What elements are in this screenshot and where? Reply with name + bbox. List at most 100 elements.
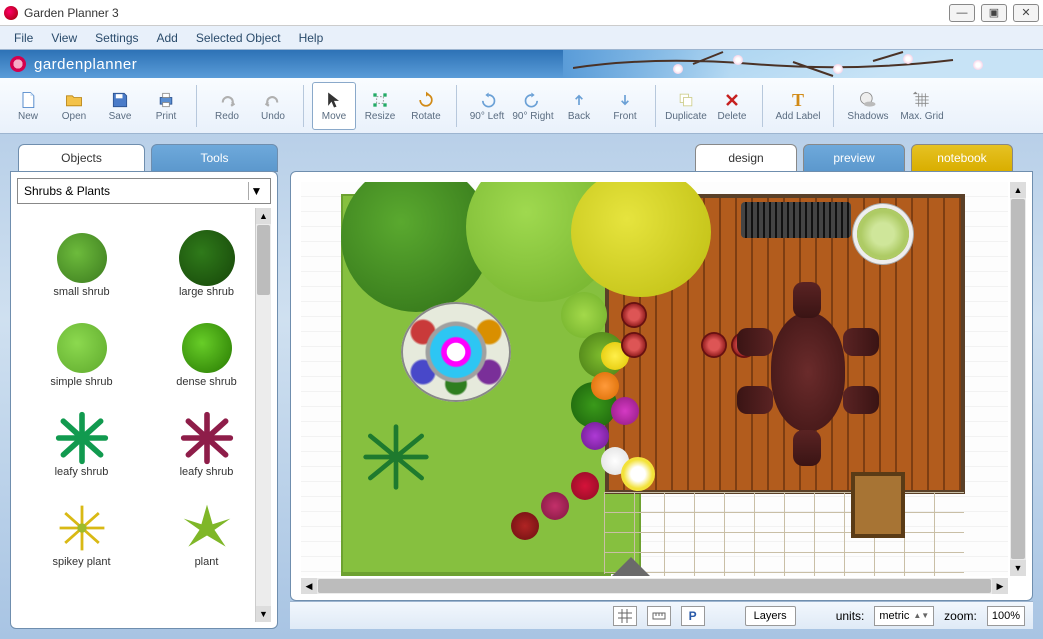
rotate-left-button[interactable]: 90° Left — [465, 82, 509, 130]
resize-button[interactable]: Resize — [358, 82, 402, 130]
scroll-up-icon[interactable]: ▲ — [256, 208, 271, 224]
palette-scrollbar[interactable]: ▲ ▼ — [255, 208, 271, 622]
fountain-object[interactable] — [401, 302, 511, 402]
duplicate-button[interactable]: Duplicate — [664, 82, 708, 130]
brick-wall[interactable] — [341, 574, 611, 576]
canvas-hscrollbar[interactable]: ◀ ▶ — [301, 578, 1008, 594]
rotate-right-button[interactable]: 90° Right — [511, 82, 555, 130]
scroll-thumb[interactable] — [318, 579, 991, 593]
chair-object[interactable] — [737, 328, 773, 356]
front-button[interactable]: Front — [603, 82, 647, 130]
tab-preview[interactable]: preview — [803, 144, 905, 172]
chair-object[interactable] — [793, 430, 821, 466]
tab-objects[interactable]: Objects — [18, 144, 145, 172]
table-object[interactable] — [771, 312, 845, 432]
redo-icon — [216, 89, 238, 111]
flower-object[interactable] — [611, 397, 639, 425]
scroll-thumb[interactable] — [1011, 199, 1025, 559]
add-label-button[interactable]: TAdd Label — [771, 82, 825, 130]
menu-file[interactable]: File — [6, 28, 41, 48]
new-file-icon — [17, 89, 39, 111]
rotate-button[interactable]: Rotate — [404, 82, 448, 130]
palette-item[interactable]: leafy shrub — [21, 392, 142, 478]
chair-object[interactable] — [737, 386, 773, 414]
pot-object[interactable] — [621, 302, 647, 328]
bench-object[interactable] — [851, 472, 905, 538]
redo-button[interactable]: Redo — [205, 82, 249, 130]
palette-item[interactable]: plant — [146, 482, 267, 568]
delete-icon — [721, 89, 743, 111]
layers-button[interactable]: Layers — [745, 606, 796, 626]
palette-item[interactable]: small shrub — [21, 212, 142, 298]
chevron-down-icon: ▼ — [248, 182, 264, 200]
print-icon — [155, 89, 177, 111]
max-grid-button[interactable]: Max. Grid — [896, 82, 948, 130]
move-cursor-icon — [323, 89, 345, 111]
chair-object[interactable] — [793, 282, 821, 318]
palette-label: large shrub — [179, 286, 234, 298]
palette-item[interactable]: leafy shrub — [146, 392, 267, 478]
open-button[interactable]: Open — [52, 82, 96, 130]
scroll-right-icon[interactable]: ▶ — [992, 578, 1008, 594]
palette-item[interactable]: simple shrub — [21, 302, 142, 388]
flower-object[interactable] — [591, 372, 619, 400]
grid-toggle-button[interactable] — [613, 606, 637, 626]
pot-object[interactable] — [621, 332, 647, 358]
minimize-button[interactable]: — — [949, 4, 975, 22]
undo-button[interactable]: Undo — [251, 82, 295, 130]
menu-settings[interactable]: Settings — [87, 28, 146, 48]
tab-tools[interactable]: Tools — [151, 144, 278, 172]
new-button[interactable]: New — [6, 82, 50, 130]
back-button[interactable]: Back — [557, 82, 601, 130]
flower-object[interactable] — [571, 472, 599, 500]
scroll-thumb[interactable] — [257, 225, 270, 295]
app-icon — [4, 6, 18, 20]
flower-object[interactable] — [581, 422, 609, 450]
open-folder-icon — [63, 89, 85, 111]
scroll-down-icon[interactable]: ▼ — [256, 606, 271, 622]
palette-label: spikey plant — [52, 556, 110, 568]
p-button[interactable]: P — [681, 606, 705, 626]
menu-view[interactable]: View — [43, 28, 85, 48]
maximize-button[interactable]: ▣ — [981, 4, 1007, 22]
units-select[interactable]: metric▲▼ — [874, 606, 934, 626]
tab-design[interactable]: design — [695, 144, 797, 172]
scroll-down-icon[interactable]: ▼ — [1010, 560, 1026, 576]
move-button[interactable]: Move — [312, 82, 356, 130]
palette-label: leafy shrub — [180, 466, 234, 478]
zoom-select[interactable]: 100% — [987, 606, 1025, 626]
scroll-up-icon[interactable]: ▲ — [1010, 182, 1026, 198]
flower-object[interactable] — [541, 492, 569, 520]
shadows-button[interactable]: Shadows — [842, 82, 894, 130]
delete-button[interactable]: Delete — [710, 82, 754, 130]
design-canvas[interactable] — [301, 182, 1008, 576]
chair-object[interactable] — [843, 328, 879, 356]
toolbar: New Open Save Print Redo Undo Move Resiz… — [0, 78, 1043, 134]
bbq-object[interactable] — [741, 202, 851, 238]
palette-item[interactable]: dense shrub — [146, 302, 267, 388]
ruler-toggle-button[interactable] — [647, 606, 671, 626]
title-bar: Garden Planner 3 — ▣ ✕ — [0, 0, 1043, 26]
undo-icon — [262, 89, 284, 111]
paving-area[interactable] — [604, 492, 964, 576]
canvas-vscrollbar[interactable]: ▲ ▼ — [1010, 182, 1026, 576]
chair-object[interactable] — [843, 386, 879, 414]
close-button[interactable]: ✕ — [1013, 4, 1039, 22]
flower-object[interactable] — [621, 457, 655, 491]
menu-add[interactable]: Add — [149, 28, 186, 48]
flower-object[interactable] — [511, 512, 539, 540]
bring-front-icon — [614, 89, 636, 111]
save-button[interactable]: Save — [98, 82, 142, 130]
palette-item[interactable]: large shrub — [146, 212, 267, 298]
menu-help[interactable]: Help — [291, 28, 332, 48]
pot-object[interactable] — [701, 332, 727, 358]
palette-item[interactable]: spikey plant — [21, 482, 142, 568]
print-button[interactable]: Print — [144, 82, 188, 130]
palette-label: plant — [195, 556, 219, 568]
scroll-left-icon[interactable]: ◀ — [301, 578, 317, 594]
menu-selected-object[interactable]: Selected Object — [188, 28, 289, 48]
category-dropdown[interactable]: Shrubs & Plants ▼ — [17, 178, 271, 204]
tab-notebook[interactable]: notebook — [911, 144, 1013, 172]
planter-object[interactable] — [857, 208, 909, 260]
fern-object[interactable] — [361, 422, 431, 492]
